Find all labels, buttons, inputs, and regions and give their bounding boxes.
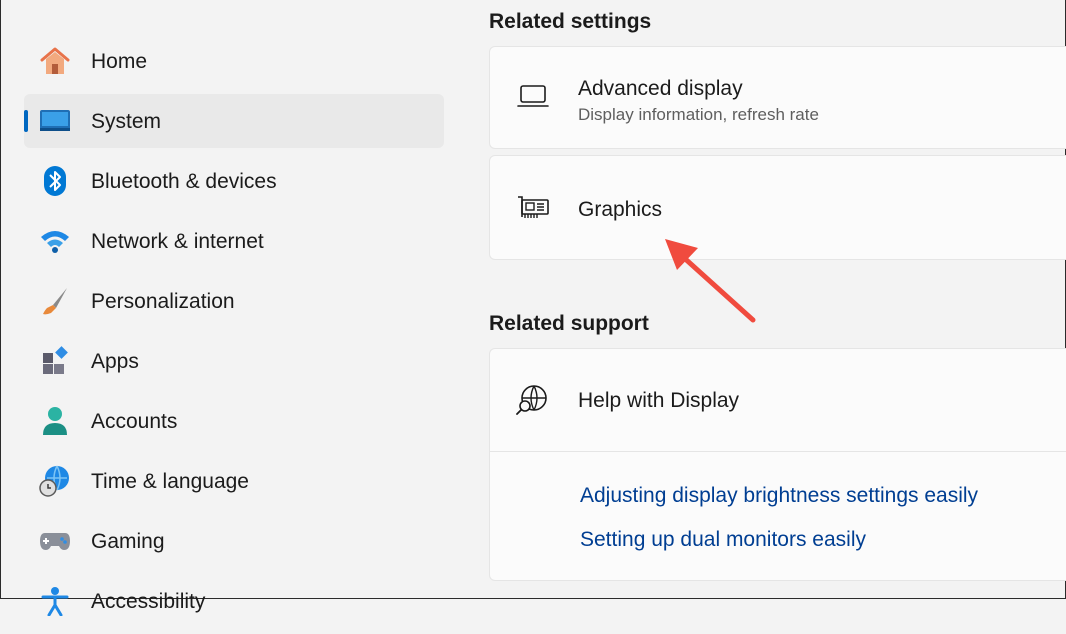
globe-clock-icon bbox=[38, 465, 72, 497]
sidebar-item-label: System bbox=[91, 110, 162, 133]
wifi-icon bbox=[38, 226, 72, 256]
apps-icon bbox=[38, 346, 72, 376]
annotation-arrow bbox=[665, 239, 756, 323]
sidebar-item-label: Gaming bbox=[91, 530, 165, 553]
sidebar-item-accessibility[interactable]: Accessibility bbox=[24, 574, 444, 628]
sidebar-item-accounts[interactable]: Accounts bbox=[24, 394, 444, 448]
link-dual-monitors[interactable]: Setting up dual monitors easily bbox=[580, 528, 866, 552]
graphics-title: Graphics bbox=[578, 198, 663, 221]
help-with-display-header[interactable]: Help with Display bbox=[490, 349, 1066, 451]
sidebar-item-gaming[interactable]: Gaming bbox=[24, 514, 444, 568]
graphics-card[interactable]: Graphics bbox=[489, 155, 1066, 260]
sidebar-item-apps[interactable]: Apps bbox=[24, 334, 444, 388]
bluetooth-icon bbox=[38, 166, 72, 196]
sidebar-item-label: Apps bbox=[91, 350, 139, 373]
related-support-heading: Related support bbox=[489, 312, 649, 335]
sidebar-item-time-language[interactable]: Time & language bbox=[24, 454, 444, 508]
gamepad-icon bbox=[38, 526, 72, 556]
home-icon bbox=[38, 46, 72, 76]
help-with-display-card: Help with Display Adjusting display brig… bbox=[489, 348, 1066, 581]
selection-indicator bbox=[24, 110, 28, 132]
sidebar-item-label: Accessibility bbox=[91, 590, 206, 613]
link-adjust-brightness[interactable]: Adjusting display brightness settings ea… bbox=[580, 484, 978, 508]
advanced-display-card[interactable]: Advanced display Display information, re… bbox=[489, 46, 1066, 149]
globe-search-icon bbox=[516, 383, 550, 417]
sidebar-nav: Home System Bluetooth & devices Network … bbox=[24, 34, 444, 634]
sidebar-item-bluetooth[interactable]: Bluetooth & devices bbox=[24, 154, 444, 208]
sidebar-item-label: Home bbox=[91, 50, 148, 73]
advanced-display-subtitle: Display information, refresh rate bbox=[578, 105, 819, 124]
related-settings-heading: Related settings bbox=[489, 10, 652, 33]
help-with-display-title: Help with Display bbox=[578, 389, 740, 412]
sidebar-item-system[interactable]: System bbox=[24, 94, 444, 148]
sidebar-item-label: Bluetooth & devices bbox=[91, 170, 277, 193]
sidebar-item-label: Personalization bbox=[91, 290, 235, 313]
sidebar-item-personalization[interactable]: Personalization bbox=[24, 274, 444, 328]
laptop-icon bbox=[516, 79, 550, 113]
accessibility-icon bbox=[38, 586, 72, 616]
graphics-card-icon bbox=[516, 191, 550, 225]
paintbrush-icon bbox=[38, 286, 72, 316]
sidebar-item-label: Accounts bbox=[91, 410, 178, 433]
sidebar-item-network[interactable]: Network & internet bbox=[24, 214, 444, 268]
sidebar-item-label: Time & language bbox=[91, 470, 249, 493]
sidebar-item-home[interactable]: Home bbox=[24, 34, 444, 88]
divider bbox=[490, 451, 1066, 452]
sidebar-item-label: Network & internet bbox=[91, 230, 264, 253]
system-icon bbox=[38, 106, 72, 136]
advanced-display-title: Advanced display bbox=[578, 77, 743, 100]
person-icon bbox=[38, 406, 72, 436]
